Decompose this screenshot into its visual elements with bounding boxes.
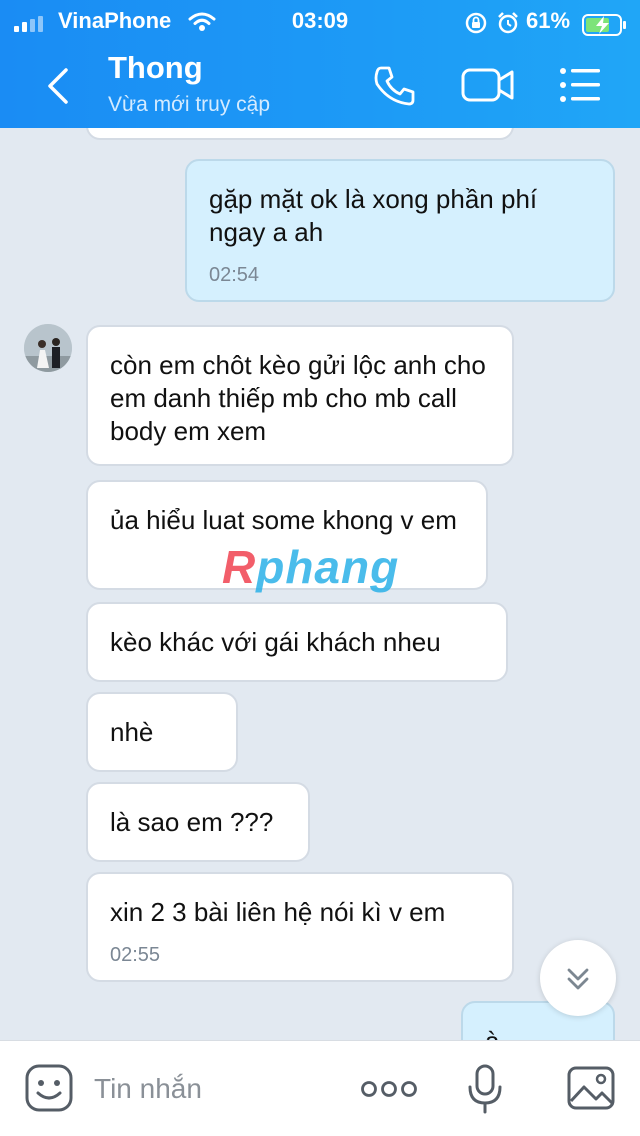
- chat-header: VinaPhone 03:09 61% Thong Vừa mới truy c…: [0, 0, 640, 128]
- watermark-rest: phang: [256, 541, 400, 593]
- message-text: là sao em ???: [110, 807, 274, 837]
- message-bubble-partial: [86, 128, 514, 140]
- battery-charging-icon: [582, 14, 626, 36]
- message-text: nhè: [110, 717, 154, 747]
- avatar-photo-icon: [24, 324, 72, 372]
- message-input[interactable]: [94, 1069, 344, 1109]
- back-button[interactable]: [40, 64, 80, 108]
- voice-message-button[interactable]: [466, 1063, 504, 1120]
- mic-icon: [468, 1064, 502, 1114]
- more-icon: [361, 1081, 417, 1097]
- voice-call-button[interactable]: [371, 62, 419, 108]
- contact-name[interactable]: Thong: [108, 50, 203, 86]
- menu-button[interactable]: [556, 62, 604, 108]
- composer-bar: [0, 1040, 640, 1136]
- message-bubble-received[interactable]: nhè: [86, 692, 238, 772]
- message-text: gặp mặt ok là xong phần phí ngay a ah: [209, 184, 538, 247]
- message-text: xin 2 3 bài liên hệ nói kì v em: [110, 897, 446, 927]
- message-text: kèo khác với gái khách nheu: [110, 627, 441, 657]
- message-bubble-received[interactable]: kèo khác với gái khách nheu: [86, 602, 508, 682]
- message-time: 02:55: [110, 944, 161, 966]
- watermark-initial: R: [222, 541, 257, 593]
- message-list[interactable]: gặp mặt ok là xong phần phí ngay a ah 02…: [0, 128, 640, 1040]
- message-bubble-received[interactable]: còn em chôt kèo gửi lộc anh cho em danh …: [86, 325, 514, 466]
- phone-icon: [374, 66, 415, 106]
- battery-percent: 61%: [526, 8, 571, 33]
- rotation-lock-icon: [465, 12, 487, 34]
- message-bubble-sent[interactable]: gặp mặt ok là xong phần phí ngay a ah 02…: [185, 159, 615, 302]
- emoji-button[interactable]: [24, 1063, 74, 1118]
- watermark: Rphang: [222, 540, 399, 594]
- send-image-button[interactable]: [566, 1063, 616, 1118]
- back-icon: [48, 68, 68, 104]
- message-text: ủa hiểu luat some khong v em: [110, 505, 457, 535]
- message-time: 02:54: [209, 264, 260, 286]
- avatar[interactable]: [24, 324, 72, 372]
- contact-status: Vừa mới truy cập: [108, 93, 271, 116]
- message-text: còn em chôt kèo gửi lộc anh cho em danh …: [110, 350, 486, 446]
- emoji-icon: [25, 1064, 73, 1112]
- message-bubble-received[interactable]: xin 2 3 bài liên hệ nói kì v em 02:55: [86, 872, 514, 982]
- image-icon: [567, 1066, 615, 1110]
- scroll-to-bottom-button[interactable]: [540, 940, 616, 1016]
- video-call-button[interactable]: [460, 62, 516, 108]
- video-icon: [461, 68, 514, 102]
- chevron-down-icon: [567, 968, 589, 990]
- menu-icon: [560, 68, 600, 102]
- more-options-button[interactable]: [360, 1071, 418, 1112]
- alarm-icon: [498, 12, 518, 34]
- message-bubble-received[interactable]: là sao em ???: [86, 782, 310, 862]
- status-bar: VinaPhone 03:09 61%: [0, 6, 640, 36]
- message-text: à: [485, 1026, 499, 1040]
